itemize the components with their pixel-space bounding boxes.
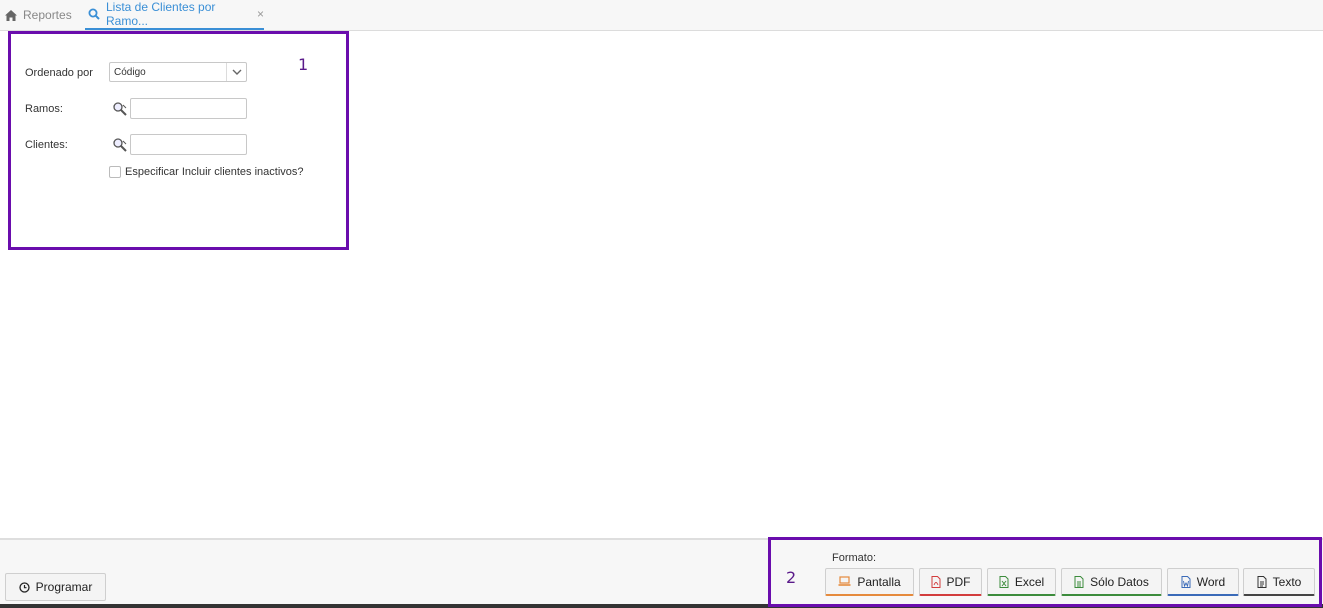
texto-button[interactable]: Texto	[1243, 568, 1315, 596]
data-file-icon	[1074, 575, 1084, 588]
monitor-icon	[838, 576, 851, 587]
programar-label: Programar	[35, 580, 93, 594]
excel-label: Excel	[1014, 574, 1045, 589]
ordenado-por-value: Código	[114, 66, 146, 78]
tab-bar: Reportes Lista de Clientes por Ramo... ×	[0, 0, 1323, 31]
pantalla-button[interactable]: Pantalla	[825, 568, 914, 596]
ramos-input[interactable]	[130, 98, 247, 119]
pdf-file-icon	[931, 575, 941, 588]
word-label: Word	[1196, 574, 1226, 589]
text-file-icon	[1257, 575, 1267, 588]
tab-lista-clientes-label: Lista de Clientes por Ramo...	[106, 0, 216, 28]
clientes-lookup-icon[interactable]	[111, 136, 129, 154]
close-icon[interactable]: ×	[257, 7, 264, 21]
tab-reportes[interactable]: Reportes	[5, 0, 72, 30]
ramos-lookup-icon[interactable]	[111, 100, 129, 118]
excel-button[interactable]: Excel	[987, 568, 1056, 596]
solo-datos-label: Sólo Datos	[1090, 574, 1149, 589]
search-icon	[88, 8, 100, 20]
formato-label: Formato:	[832, 552, 877, 564]
pdf-button[interactable]: PDF	[919, 568, 982, 596]
home-icon	[5, 9, 17, 21]
excel-file-icon	[999, 575, 1009, 588]
pantalla-label: Pantalla	[857, 574, 901, 589]
annotation-label-1: 1	[298, 55, 309, 74]
annotation-label-2: 2	[786, 568, 797, 587]
word-file-icon	[1181, 575, 1191, 588]
inactivos-checkbox[interactable]	[109, 166, 121, 178]
inactivos-label: Especificar Incluir clientes inactivos?	[125, 166, 304, 178]
clientes-input[interactable]	[130, 134, 247, 155]
tab-lista-clientes[interactable]: Lista de Clientes por Ramo... ×	[85, 0, 264, 30]
clock-icon	[19, 581, 30, 593]
ordenado-por-label: Ordenado por	[25, 67, 93, 79]
word-button[interactable]: Word	[1167, 568, 1239, 596]
chevron-down-icon[interactable]	[226, 63, 246, 81]
clientes-label: Clientes:	[25, 139, 68, 151]
solo-datos-button[interactable]: Sólo Datos	[1061, 568, 1162, 596]
ramos-label: Ramos:	[25, 103, 63, 115]
programar-button[interactable]: Programar	[5, 573, 106, 601]
tab-reportes-label: Reportes	[23, 8, 72, 22]
pdf-label: PDF	[946, 574, 971, 589]
ordenado-por-select[interactable]: Código	[109, 62, 247, 82]
inactivos-row: Especificar Incluir clientes inactivos?	[109, 166, 304, 178]
texto-label: Texto	[1272, 574, 1302, 589]
